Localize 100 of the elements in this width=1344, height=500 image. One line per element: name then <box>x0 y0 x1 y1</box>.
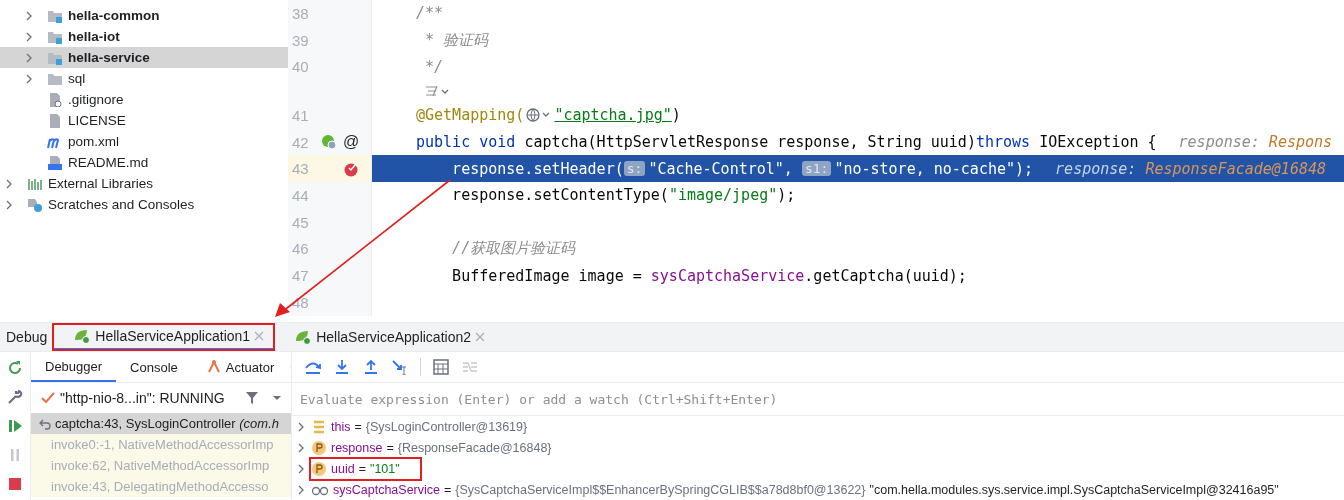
tree-item[interactable]: .gitignore <box>0 89 288 110</box>
tree-item[interactable]: hella-service <box>0 47 288 68</box>
code-comment: */ <box>424 57 444 76</box>
line-number: 41 <box>292 106 310 124</box>
code-text: .getCaptcha(uuid); <box>804 266 967 285</box>
step-into-icon[interactable] <box>333 359 351 375</box>
spring-boot-icon <box>73 328 92 344</box>
line-number: 45 <box>292 213 310 231</box>
wrench-icon[interactable] <box>7 389 23 405</box>
chevron-right-icon[interactable] <box>4 178 14 189</box>
variable-row[interactable]: this = {SysLoginController@13619} <box>311 416 548 437</box>
variable-name: sysCaptchaService <box>333 482 440 497</box>
code-comment: * 验证码 <box>424 30 489 50</box>
line-number: 40 <box>292 58 310 76</box>
code-keyword: throws <box>975 133 1032 152</box>
code-string: "no-store, no-cache" <box>834 159 1015 178</box>
code-text: ); <box>777 186 796 205</box>
tree-item[interactable]: README.md <box>0 152 288 173</box>
variable-row[interactable]: sysCaptchaService = {SysCaptchaServiceImpl$$EnhancerBySpringCGLIB$$a78d8bf0@13622} "com.hella.modules.sys.service.impl.SysCaptchaServiceImpl@32416a95" <box>311 479 1299 500</box>
return-arrow-icon <box>39 417 51 430</box>
resume-icon[interactable] <box>7 418 23 434</box>
parameter-hint: s: <box>623 161 646 177</box>
line-number: 44 <box>292 186 310 204</box>
variable-row[interactable]: uuid = "101" <box>311 458 420 479</box>
variable-row[interactable]: response = {ResponseFacade@16848} <box>311 437 572 458</box>
code-string: "image/jpeg" <box>668 186 778 205</box>
chevron-right-icon[interactable] <box>24 52 34 63</box>
run-config-tab[interactable]: HellaServiceApplication1 <box>53 324 275 350</box>
text-file-icon <box>47 113 63 128</box>
filter-icon[interactable] <box>245 391 259 405</box>
stack-frame[interactable]: captcha:43, SysLoginController (com.h <box>31 413 291 434</box>
endpoint-marker[interactable]: @ <box>342 133 360 152</box>
equals-sign: = <box>444 482 452 497</box>
scratch-file-icon <box>27 197 43 212</box>
ai-hint-icon[interactable] <box>424 84 450 99</box>
code-comment: //获取图片验证码 <box>451 239 576 259</box>
line-number: 42 <box>292 133 310 151</box>
tree-item[interactable]: sql <box>0 68 288 89</box>
code-text: BufferedImage image = <box>451 266 643 285</box>
line-number: 46 <box>292 240 310 258</box>
tree-item[interactable]: pom.xml <box>0 131 288 152</box>
parameter-icon <box>311 439 327 456</box>
chevron-right-icon[interactable] <box>24 31 34 42</box>
parameter-hint: s1: <box>801 161 832 177</box>
spring-bean-icon[interactable] <box>321 134 337 151</box>
code-keyword: public void <box>416 133 517 152</box>
code-text: , <box>783 159 794 178</box>
stop-icon[interactable] <box>7 476 23 492</box>
markdown-file-icon <box>47 155 63 170</box>
chevron-right-icon[interactable] <box>296 484 306 495</box>
equals-sign: = <box>354 419 362 434</box>
parameter-icon <box>311 460 327 477</box>
step-out-icon[interactable] <box>362 359 380 375</box>
chevron-right-icon[interactable] <box>296 442 306 453</box>
actuator-icon <box>205 359 222 375</box>
inline-value-hint: response: <box>1055 159 1138 178</box>
module-folder-icon <box>47 50 63 65</box>
dropdown-caret-icon[interactable] <box>272 394 282 402</box>
thread-selector[interactable]: "http-nio-8...in": RUNNING <box>31 383 291 413</box>
variable-name: uuid <box>331 461 355 476</box>
rerun-icon[interactable] <box>7 360 23 376</box>
code-field: sysCaptchaService <box>650 266 805 285</box>
run-config-tab[interactable]: HellaServiceApplication2 <box>274 324 495 350</box>
list-icon <box>311 418 327 435</box>
tree-item[interactable]: Scratches and Consoles <box>0 194 288 215</box>
spring-boot-icon <box>294 329 313 345</box>
variable-name: response <box>331 440 383 455</box>
module-folder-icon <box>47 8 63 23</box>
string-value: "101" <box>369 461 400 476</box>
inline-value-hint: Respons <box>1268 133 1333 152</box>
inline-value-hint: ResponseFacade@16848 <box>1145 159 1326 178</box>
code-string: "Cache-Control" <box>648 159 784 178</box>
line-number: 47 <box>292 267 310 285</box>
code-string: "captcha.jpg" <box>554 106 672 125</box>
equals-sign: = <box>386 440 394 455</box>
calculator-icon[interactable] <box>432 359 450 375</box>
tree-item[interactable]: External Libraries <box>0 173 288 194</box>
tool-window-title: Debug <box>5 329 49 345</box>
debugger-subtab[interactable]: Debugger <box>31 352 117 382</box>
code-text: IOException { <box>1039 133 1157 152</box>
code-text: ) <box>671 106 681 125</box>
chevron-right-icon[interactable] <box>4 199 14 210</box>
equals-sign: = <box>358 461 366 476</box>
chevron-right-icon[interactable] <box>24 73 34 84</box>
debugger-subtab[interactable]: Console <box>116 352 192 382</box>
ignore-file-icon <box>47 92 63 107</box>
code-text: ); <box>1015 159 1034 178</box>
tree-item[interactable]: hella-common <box>0 5 288 26</box>
line-number: 38 <box>292 4 310 22</box>
code-text: response.setHeader( <box>451 159 624 178</box>
check-icon <box>41 392 55 404</box>
debugger-subtab[interactable]: Actuator <box>191 352 289 382</box>
chevron-right-icon[interactable] <box>296 463 306 474</box>
tree-item[interactable]: hella-iot <box>0 26 288 47</box>
run-to-cursor-icon[interactable] <box>391 359 409 375</box>
chevron-right-icon[interactable] <box>296 421 306 432</box>
chevron-right-icon[interactable] <box>24 10 34 21</box>
tree-item[interactable]: LICENSE <box>0 110 288 131</box>
variable-value: {SysCaptchaServiceImpl$$EnhancerBySpringCGLIB$$a78d8bf0@13622} <box>455 482 866 497</box>
library-icon <box>27 176 43 191</box>
